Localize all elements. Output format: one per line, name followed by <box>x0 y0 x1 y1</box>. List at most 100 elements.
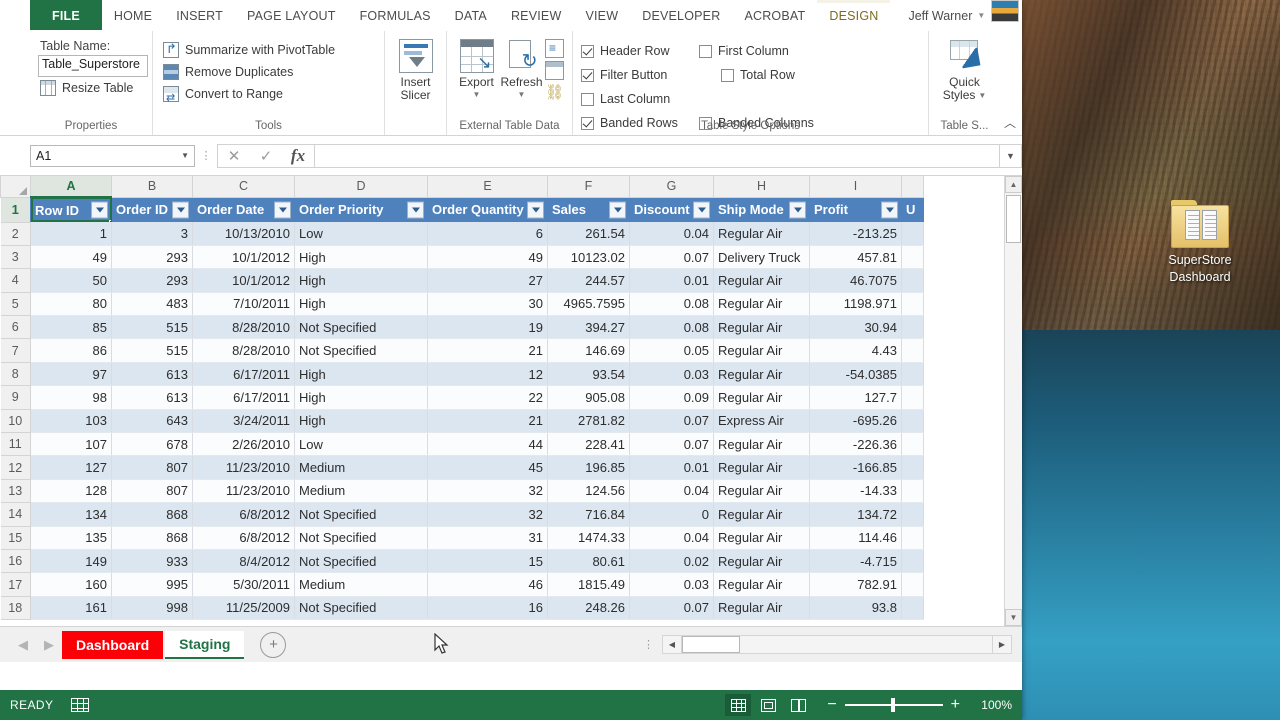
cell[interactable]: 80 <box>30 292 112 317</box>
cell[interactable]: Regular Air <box>713 385 810 410</box>
cell[interactable]: 0.04 <box>629 222 714 246</box>
desktop-icon-superstore-dashboard[interactable]: SuperStore Dashboard <box>1140 200 1260 286</box>
filter-button-icon[interactable] <box>693 201 710 219</box>
cell[interactable]: 45 <box>427 455 548 480</box>
cell[interactable]: 8/28/2010 <box>192 315 295 340</box>
cell[interactable]: 0.04 <box>629 479 714 504</box>
cell[interactable]: 228.41 <box>547 432 630 457</box>
cell-partial[interactable] <box>901 268 924 293</box>
cell-partial[interactable] <box>901 432 924 457</box>
cell[interactable]: 149 <box>30 549 112 574</box>
check-icon[interactable]: ✓ <box>250 145 282 167</box>
cell[interactable]: 905.08 <box>547 385 630 410</box>
convert-to-range-button[interactable]: Convert to Range <box>161 83 285 105</box>
cell[interactable]: 394.27 <box>547 315 630 340</box>
cell[interactable]: 0.03 <box>629 362 714 387</box>
cell-partial[interactable] <box>901 596 924 621</box>
cell[interactable]: High <box>294 362 428 387</box>
cell[interactable]: 0.03 <box>629 572 714 597</box>
cell[interactable]: Delivery Truck <box>713 245 810 270</box>
table-header-cell-row-id[interactable]: Row ID <box>30 197 112 222</box>
cell[interactable]: 807 <box>111 455 193 480</box>
cell-partial[interactable] <box>901 292 924 317</box>
scroll-down-icon[interactable]: ▼ <box>1005 609 1022 626</box>
cell-partial[interactable] <box>901 385 924 410</box>
cell[interactable]: 11/23/2010 <box>192 479 295 504</box>
cell[interactable]: High <box>294 409 428 434</box>
column-header-g[interactable]: G <box>629 176 714 198</box>
checkbox-header-row[interactable]: Header Row <box>581 39 699 63</box>
cell[interactable]: Regular Air <box>713 268 810 293</box>
cell[interactable]: 114.46 <box>809 526 902 550</box>
cell[interactable]: 98 <box>30 385 112 410</box>
row-header-6[interactable]: 6 <box>0 315 31 340</box>
zoom-level-label[interactable]: 100% <box>968 698 1012 712</box>
cell[interactable]: 10/13/2010 <box>192 222 295 246</box>
unlink-icon[interactable]: ⛓ <box>545 83 564 102</box>
export-button[interactable]: ↘ Export ▼ <box>455 37 498 101</box>
row-header-7[interactable]: 7 <box>0 338 31 363</box>
tab-file[interactable]: FILE <box>30 0 102 31</box>
filter-button-icon[interactable] <box>609 201 626 219</box>
cell[interactable]: Not Specified <box>294 526 428 550</box>
cell[interactable]: 31 <box>427 526 548 550</box>
tab-home[interactable]: HOME <box>102 0 164 31</box>
tab-view[interactable]: VIEW <box>573 0 630 31</box>
zoom-slider-thumb[interactable] <box>890 698 895 712</box>
tab-splitter[interactable]: ⋮ <box>635 638 662 651</box>
cell[interactable]: Not Specified <box>294 596 428 621</box>
cell[interactable]: 146.69 <box>547 338 630 363</box>
cell[interactable]: -4.715 <box>809 549 902 574</box>
row-header-13[interactable]: 13 <box>0 478 31 504</box>
normal-view-button[interactable] <box>725 694 752 716</box>
refresh-button[interactable]: ↻ Refresh ▼ <box>500 37 543 101</box>
cell[interactable]: -695.26 <box>809 409 902 434</box>
cell-partial[interactable] <box>901 572 924 597</box>
cell[interactable]: 124.56 <box>547 479 630 504</box>
cell[interactable]: 0.04 <box>629 526 714 550</box>
cell[interactable]: 515 <box>111 338 193 363</box>
row-header-11[interactable]: 11 <box>0 432 31 457</box>
cell[interactable]: 613 <box>111 362 193 387</box>
cell[interactable]: 0.07 <box>629 245 714 270</box>
table-row[interactable]: 7 86 515 8/28/2010 Not Specified 21 146.69 0.05… <box>0 338 924 363</box>
cell[interactable]: 85 <box>30 315 112 340</box>
table-header-cell-partial[interactable]: U <box>901 197 924 222</box>
cell[interactable]: 134 <box>30 502 112 527</box>
cell[interactable]: 16 <box>427 596 548 621</box>
cell[interactable]: 261.54 <box>547 222 630 246</box>
select-all-corner[interactable] <box>0 176 31 198</box>
cell[interactable]: 4965.7595 <box>547 292 630 317</box>
cell[interactable]: 7/10/2011 <box>192 292 295 317</box>
cell[interactable]: 107 <box>30 432 112 457</box>
cell[interactable]: Regular Air <box>713 315 810 340</box>
cell[interactable]: 1815.49 <box>547 572 630 597</box>
cell[interactable]: 80.61 <box>547 549 630 574</box>
column-header-d[interactable]: D <box>294 176 428 198</box>
cell[interactable]: 32 <box>427 502 548 527</box>
cell[interactable]: 30.94 <box>809 315 902 340</box>
table-header-cell-sales[interactable]: Sales <box>547 197 630 222</box>
cell[interactable]: Regular Air <box>713 362 810 387</box>
summarize-with-pivottable-button[interactable]: Summarize with PivotTable <box>161 39 337 61</box>
row-header-18[interactable]: 18 <box>0 595 31 621</box>
table-row[interactable]: 9 98 613 6/17/2011 High 22 905.08 0.09 Regular A… <box>0 385 924 410</box>
cell[interactable]: High <box>294 245 428 270</box>
cell[interactable]: 127.7 <box>809 385 902 410</box>
cell-partial[interactable] <box>901 479 924 504</box>
tab-page-layout[interactable]: PAGE LAYOUT <box>235 0 348 31</box>
cell[interactable]: 998 <box>111 596 193 621</box>
sheet-tab-dashboard[interactable]: Dashboard <box>62 630 164 659</box>
cell[interactable]: 678 <box>111 432 193 457</box>
cell[interactable]: 807 <box>111 479 193 504</box>
resize-table-button[interactable]: Resize Table <box>38 77 135 99</box>
filter-button-icon[interactable] <box>407 201 424 219</box>
cell[interactable]: High <box>294 268 428 293</box>
checkbox-first-column[interactable]: First Column <box>699 39 817 63</box>
checkbox-filter-button[interactable]: Filter Button <box>581 63 721 87</box>
tab-insert[interactable]: INSERT <box>164 0 235 31</box>
cell[interactable]: 93.8 <box>809 596 902 621</box>
cell[interactable]: -14.33 <box>809 479 902 504</box>
cell-partial[interactable] <box>901 549 924 574</box>
table-header-cell-order-id[interactable]: Order ID <box>111 197 193 222</box>
